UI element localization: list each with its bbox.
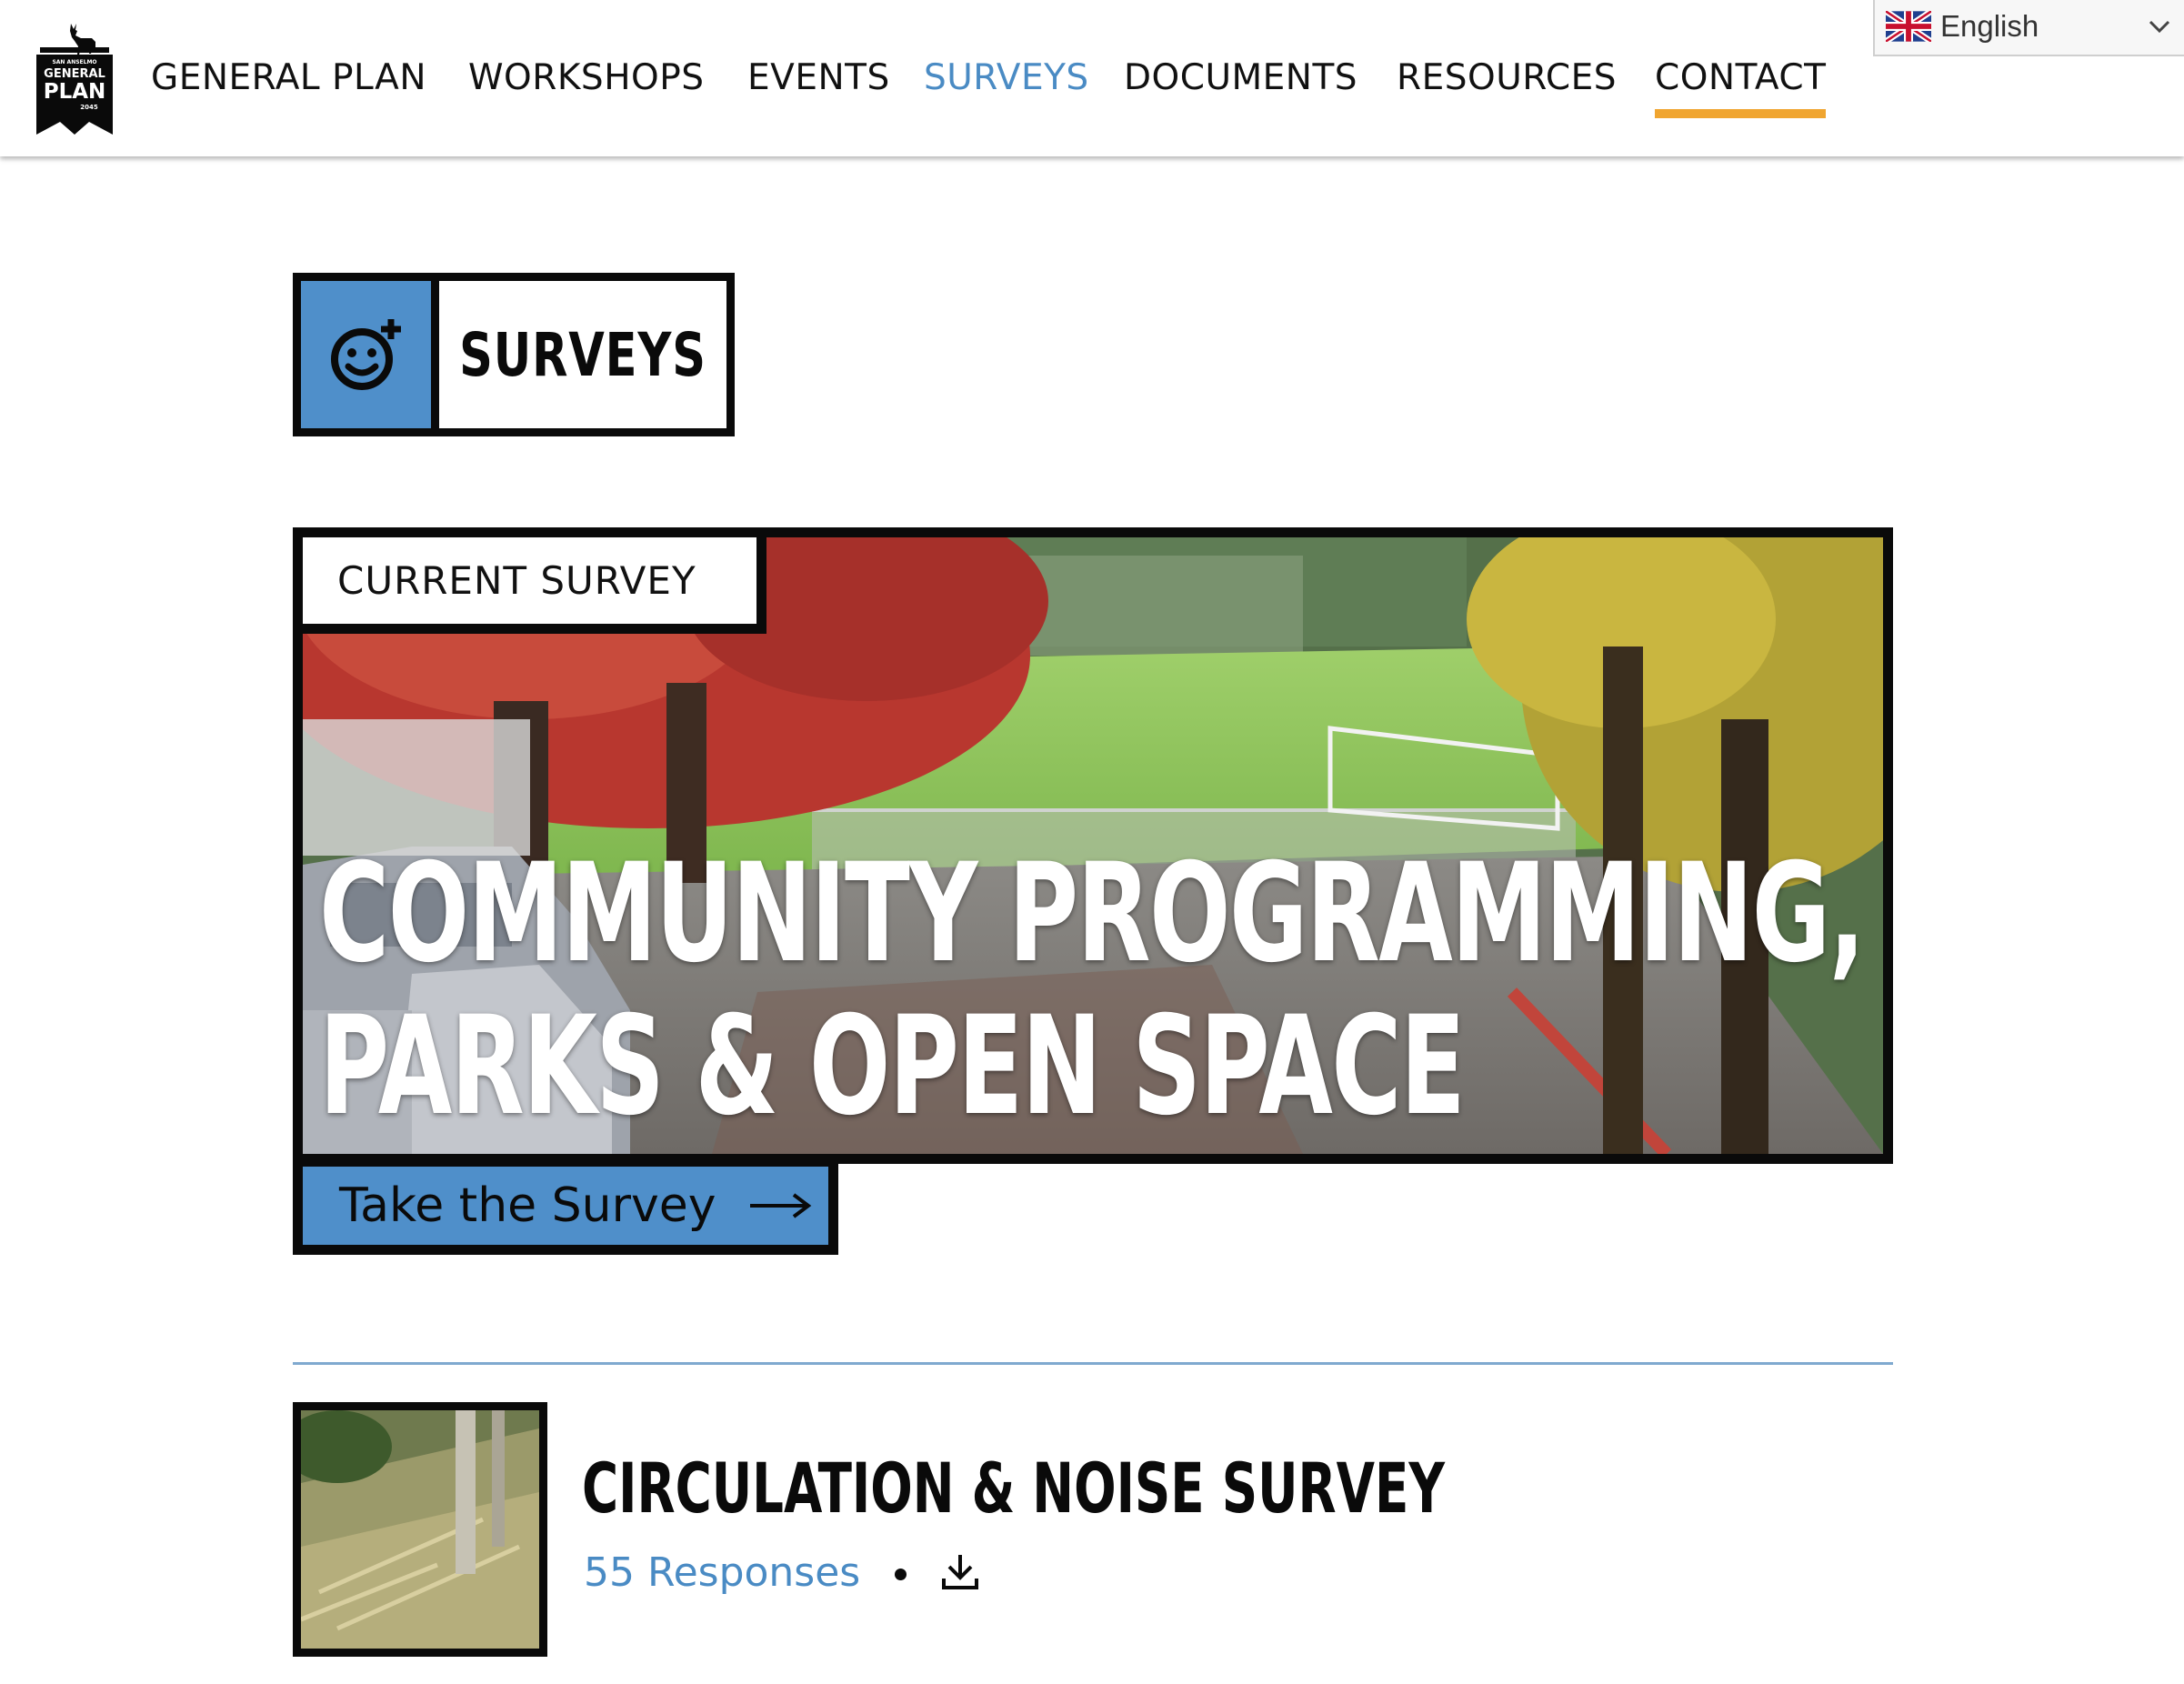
site-logo[interactable]: SAN ANSELMO GENERAL PLAN 2045 (33, 20, 116, 138)
uk-flag-icon (1886, 11, 1931, 42)
survey-thumbnail[interactable] (293, 1402, 547, 1657)
survey-title[interactable]: CIRCULATION & NOISE SURVEY (582, 1448, 1445, 1529)
logo-line2: GENERAL (44, 67, 105, 81)
nav-events[interactable]: EVENTS (747, 55, 890, 102)
current-survey-label: CURRENT SURVEY (303, 537, 766, 634)
deer-logo-icon: SAN ANSELMO GENERAL PLAN 2045 (36, 24, 113, 135)
chevron-down-icon (2148, 16, 2171, 36)
nav-contact[interactable]: CONTACT (1655, 55, 1827, 118)
download-icon[interactable] (940, 1551, 980, 1593)
page-title: SURVEYS (459, 319, 706, 390)
featured-survey-title[interactable]: COMMUNITY PROGRAMMING, PARKS & OPEN SPAC… (319, 837, 1866, 1143)
bullet-separator (895, 1569, 907, 1580)
nav-resources[interactable]: RESOURCES (1397, 55, 1617, 102)
arrow-right-icon (748, 1192, 812, 1219)
title-icon-box (301, 281, 439, 428)
logo-line4: 2045 (80, 104, 98, 111)
nav-documents[interactable]: DOCUMENTS (1124, 55, 1357, 102)
section-divider (293, 1362, 1893, 1365)
language-selector[interactable]: English (1873, 0, 2184, 56)
survey-responses-link[interactable]: 55 Responses (584, 1549, 860, 1596)
current-survey-card[interactable]: CURRENT SURVEY COMMUNITY PROGRAMMING, PA… (293, 527, 1893, 1164)
smiley-plus-icon (330, 319, 401, 390)
take-survey-label: Take the Survey (339, 1178, 716, 1233)
language-label: English (1940, 9, 2039, 43)
survey-list-item: CIRCULATION & NOISE SURVEY 55 Responses (293, 1402, 1893, 1657)
nav-surveys[interactable]: SURVEYS (924, 55, 1089, 102)
site-header: SAN ANSELMO GENERAL PLAN 2045 GENERAL PL… (0, 0, 2184, 156)
nav-workshops[interactable]: WORKSHOPS (468, 55, 705, 102)
logo-line1: SAN ANSELMO (52, 59, 96, 65)
take-survey-button[interactable]: Take the Survey (293, 1157, 838, 1255)
page-title-block: SURVEYS (293, 273, 735, 436)
nav-general-plan[interactable]: GENERAL PLAN (151, 55, 426, 102)
logo-line3: PLAN (44, 80, 106, 104)
